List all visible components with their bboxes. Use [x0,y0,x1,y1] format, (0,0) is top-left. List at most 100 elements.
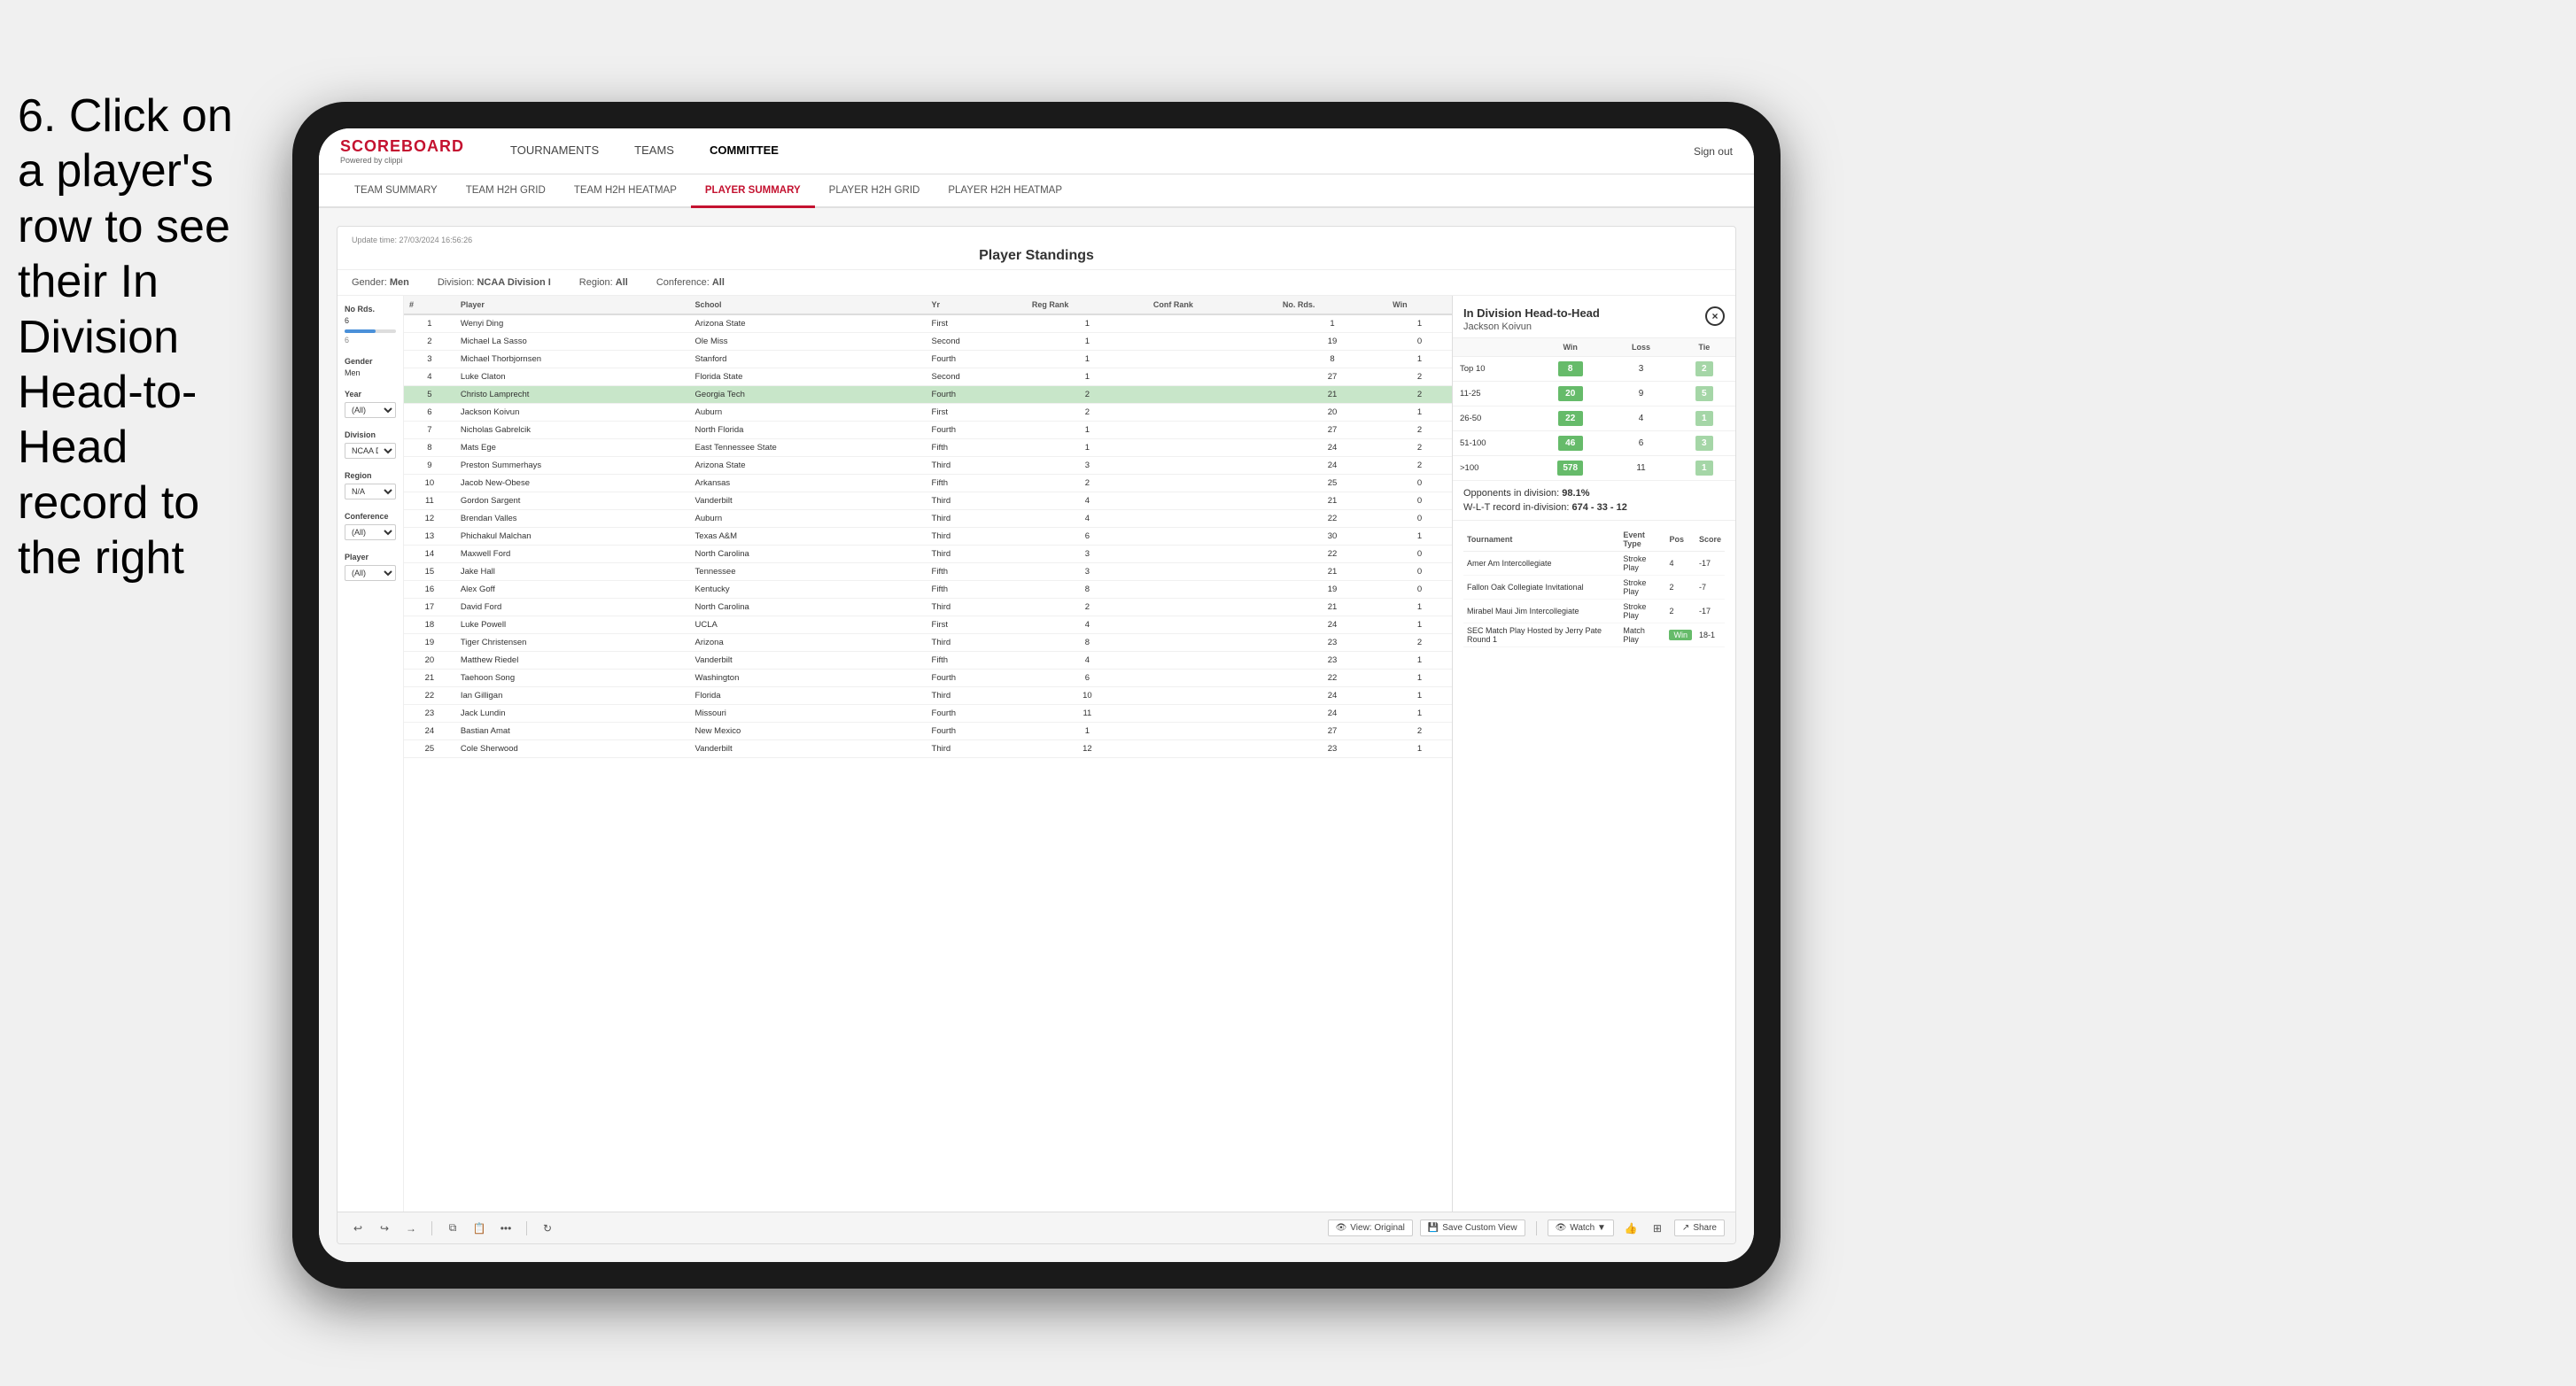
more-button[interactable]: ••• [496,1219,516,1238]
player-select[interactable]: (All) [345,565,396,581]
td-conf-rank [1148,351,1277,368]
tournament-row: SEC Match Play Hosted by Jerry Pate Roun… [1463,623,1725,647]
table-row[interactable]: 14 Maxwell Ford North Carolina Third 3 2… [404,546,1452,563]
td-tournament: Mirabel Maui Jim Intercollegiate [1463,600,1619,623]
share-button[interactable]: ↗ Share [1674,1220,1725,1236]
table-row[interactable]: 12 Brendan Valles Auburn Third 4 22 0 [404,510,1452,528]
redo-button[interactable]: ↪ [375,1219,394,1238]
watch-button[interactable]: 👁 Watch ▼ [1548,1220,1614,1236]
td-school: East Tennessee State [690,439,927,457]
td-conf-rank [1148,546,1277,563]
table-row[interactable]: 22 Ian Gilligan Florida Third 10 24 1 [404,687,1452,705]
table-row[interactable]: 2 Michael La Sasso Ole Miss Second 1 19 … [404,333,1452,351]
no-rds-slider[interactable] [345,329,396,333]
view-original-button[interactable]: 👁 View: Original [1328,1220,1413,1236]
td-player: Bastian Amat [455,723,690,740]
refresh-button[interactable]: ↻ [538,1219,557,1238]
save-custom-button[interactable]: 💾 Save Custom View [1420,1220,1525,1236]
table-row[interactable]: 9 Preston Summerhays Arizona State Third… [404,457,1452,475]
td-school: Vanderbilt [690,652,927,670]
table-row[interactable]: 11 Gordon Sargent Vanderbilt Third 4 21 … [404,492,1452,510]
th-conf-rank: Conf Rank [1148,296,1277,314]
table-row[interactable]: 3 Michael Thorbjornsen Stanford Fourth 1… [404,351,1452,368]
tab-player-h2h-heatmap[interactable]: PLAYER H2H HEATMAP [934,174,1076,208]
region-select[interactable]: N/A [345,484,396,499]
grid-button[interactable]: ⊞ [1648,1219,1667,1238]
td-reg-rank: 1 [1027,314,1148,333]
content-area: No Rds. 6 6 Gender Men Year [338,296,1735,1212]
wl-label: W-L-T record in-division: 674 - 33 - 12 [1463,502,1627,513]
td-reg-rank: 1 [1027,368,1148,386]
td-num: 12 [404,510,455,528]
td-no-rds: 25 [1277,475,1387,492]
td-yr: First [927,616,1027,634]
forward-button[interactable]: → [401,1219,421,1238]
nav-teams[interactable]: TEAMS [617,128,692,174]
th-no-rds: No. Rds. [1277,296,1387,314]
standings-table: # Player School Yr Reg Rank Conf Rank No… [404,296,1452,758]
table-row[interactable]: 24 Bastian Amat New Mexico Fourth 1 27 2 [404,723,1452,740]
table-row[interactable]: 20 Matthew Riedel Vanderbilt Fifth 4 23 … [404,652,1452,670]
table-row[interactable]: 15 Jake Hall Tennessee Fifth 3 21 0 [404,563,1452,581]
table-row[interactable]: 25 Cole Sherwood Vanderbilt Third 12 23 … [404,740,1452,758]
paste-button[interactable]: 📋 [469,1219,489,1238]
td-player: Brendan Valles [455,510,690,528]
table-row[interactable]: 16 Alex Goff Kentucky Fifth 8 19 0 [404,581,1452,599]
no-rds-value: 6 [345,316,396,325]
table-row[interactable]: 19 Tiger Christensen Arizona Third 8 23 … [404,634,1452,652]
conference-select[interactable]: (All) [345,524,396,540]
thumbs-up-button[interactable]: 👍 [1621,1219,1641,1238]
td-player: Jackson Koivun [455,404,690,422]
logo-sub: Powered by clippi [340,156,464,165]
td-school: Vanderbilt [690,740,927,758]
td-win: 1 [1387,616,1452,634]
td-reg-rank: 1 [1027,723,1148,740]
table-row[interactable]: 7 Nicholas Gabrelcik North Florida Fourt… [404,422,1452,439]
th-num: # [404,296,455,314]
td-yr: Fourth [927,723,1027,740]
table-row[interactable]: 18 Luke Powell UCLA First 4 24 1 [404,616,1452,634]
player-left-filter: Player (All) [345,553,396,581]
td-score: -17 [1695,600,1725,623]
table-row[interactable]: 21 Taehoon Song Washington Fourth 6 22 1 [404,670,1452,687]
td-num: 6 [404,404,455,422]
td-no-rds: 19 [1277,333,1387,351]
td-num: 17 [404,599,455,616]
table-row[interactable]: 23 Jack Lundin Missouri Fourth 11 24 1 [404,705,1452,723]
td-win: 1 [1387,404,1452,422]
td-school: North Carolina [690,546,927,563]
td-conf-rank [1148,740,1277,758]
opponents-pct: 98.1% [1562,488,1589,499]
nav-tournaments[interactable]: TOURNAMENTS [493,128,617,174]
division-select[interactable]: NCAA Division I [345,443,396,459]
table-row[interactable]: 13 Phichakul Malchan Texas A&M Third 6 3… [404,528,1452,546]
tournament-row: Fallon Oak Collegiate Invitational Strok… [1463,576,1725,600]
td-school: Auburn [690,510,927,528]
h2h-header: In Division Head-to-Head Jackson Koivun … [1453,296,1735,338]
table-row[interactable]: 5 Christo Lamprecht Georgia Tech Fourth … [404,386,1452,404]
tab-team-h2h-heatmap[interactable]: TEAM H2H HEATMAP [560,174,691,208]
table-row[interactable]: 6 Jackson Koivun Auburn First 2 20 1 [404,404,1452,422]
td-player: Ian Gilligan [455,687,690,705]
table-row[interactable]: 8 Mats Ege East Tennessee State Fifth 1 … [404,439,1452,457]
td-event-type: Match Play [1619,623,1665,647]
tab-player-summary[interactable]: PLAYER SUMMARY [691,174,815,208]
h2h-close-button[interactable]: × [1705,306,1725,326]
undo-button[interactable]: ↩ [348,1219,368,1238]
table-row[interactable]: 1 Wenyi Ding Arizona State First 1 1 1 [404,314,1452,333]
main-content: Update time: 27/03/2024 16:56:26 Player … [319,208,1754,1262]
table-row[interactable]: 4 Luke Claton Florida State Second 1 27 … [404,368,1452,386]
sign-out-link[interactable]: Sign out [1694,145,1733,158]
table-row[interactable]: 10 Jacob New-Obese Arkansas Fifth 2 25 0 [404,475,1452,492]
tab-team-summary[interactable]: TEAM SUMMARY [340,174,452,208]
year-select[interactable]: (All) [345,402,396,418]
table-row[interactable]: 17 David Ford North Carolina Third 2 21 … [404,599,1452,616]
nav-committee[interactable]: COMMITTEE [692,128,796,174]
td-player: Taehoon Song [455,670,690,687]
copy-button[interactable]: ⧉ [443,1219,462,1238]
no-rds-label: No Rds. [345,305,396,314]
tab-team-h2h-grid[interactable]: TEAM H2H GRID [452,174,560,208]
tournament-row: Amer Am Intercollegiate Stroke Play 4 -1… [1463,552,1725,576]
td-num: 25 [404,740,455,758]
tab-player-h2h-grid[interactable]: PLAYER H2H GRID [815,174,935,208]
